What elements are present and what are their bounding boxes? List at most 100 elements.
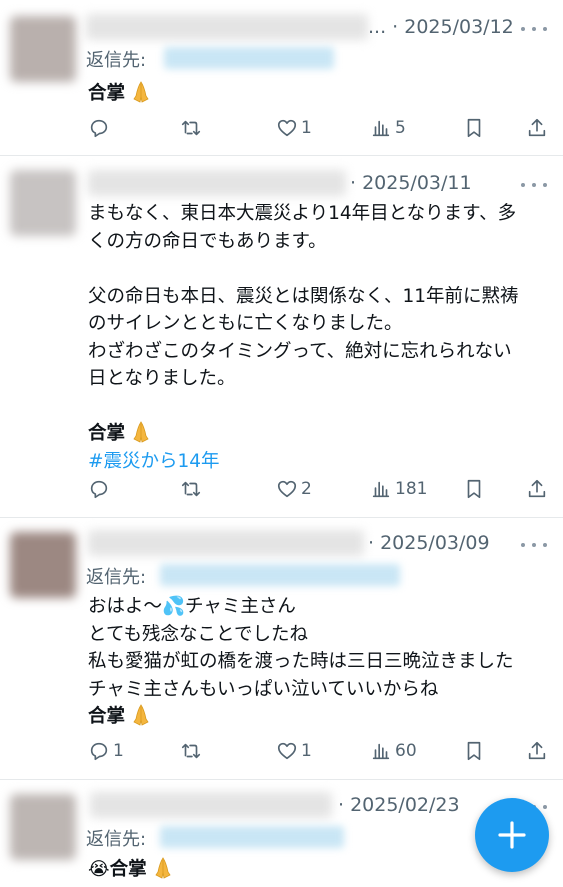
signoff-text: 合掌 [88,706,126,727]
compose-button[interactable] [475,798,549,872]
retweet-icon [181,743,201,759]
reply-icon [90,119,108,138]
tweet-text-line [88,393,545,421]
like-count: 2 [301,479,312,499]
date-text: · 2025/02/23 [338,794,460,816]
tweet-text-line: おはよ～💦チャミ主さん [88,596,296,617]
like-count: 1 [301,741,312,761]
bar-chart-icon [372,120,390,137]
bookmark-button[interactable] [463,117,485,139]
tweet-text-line [88,255,545,283]
reply-icon [90,480,108,499]
plus-icon [498,821,526,849]
reply-to-label: 返信先: [86,567,147,588]
reply-button[interactable]: 1 [88,740,124,762]
tweet-actions: 2 181 [0,478,563,504]
date-text: · 2025/03/11 [350,172,472,194]
reply-icon [90,742,108,761]
avatar[interactable] [10,16,76,82]
heart-icon [277,742,297,760]
signoff-text: 合掌 [88,83,126,104]
like-button[interactable]: 1 [276,740,312,762]
author-name-blurred[interactable] [86,14,368,40]
bookmark-icon [467,741,481,761]
more-options-icon[interactable] [521,543,547,547]
date-text: · 2025/03/12 [392,16,514,38]
tweet-text: 😭合掌 [88,856,545,884]
date-text: · 2025/03/09 [368,532,490,554]
reply-button[interactable] [88,478,113,500]
tweet-date[interactable]: · 2025/03/11 [350,172,472,194]
author-name-blurred[interactable] [88,170,346,196]
share-button[interactable] [526,478,548,500]
bookmark-button[interactable] [463,478,485,500]
author-name-blurred[interactable] [88,530,364,556]
reply-to-handle-blurred[interactable] [164,47,334,69]
share-icon [528,118,546,137]
bookmark-button[interactable] [463,740,485,762]
reply-button[interactable] [88,117,113,139]
views-count: 5 [395,118,406,138]
retweet-button[interactable] [180,478,205,500]
tweet-text-line: 日となりました。 [88,368,236,389]
tweet-text-line: のサイレンとともに亡くなりました。 [88,313,403,334]
hashtag-link[interactable]: #震災から14年 [88,448,545,476]
reply-count: 1 [113,741,124,761]
views-button[interactable]: 60 [370,740,417,762]
tweet[interactable]: ... · 2025/03/12 返信先: 合掌 1 5 [0,0,563,156]
like-count: 1 [301,118,312,138]
tweet-date[interactable]: · 2025/03/09 [368,532,490,554]
tweet-actions: 1 5 [0,117,563,143]
tweet-text: まもなく、東日本大震災より14年目となります、多 くの方の命日でもあります。 父… [88,200,545,475]
truncation-ellipsis: ... [368,16,387,38]
share-icon [528,741,546,760]
bar-chart-icon [372,743,390,760]
like-button[interactable]: 2 [276,478,312,500]
tweet-text-line: まもなく、東日本大震災より14年目となります、多 [88,203,517,224]
retweet-icon [181,120,201,136]
more-options-icon[interactable] [521,27,547,31]
heart-icon [277,119,297,137]
retweet-button[interactable] [180,117,205,139]
views-count: 181 [395,479,428,499]
reply-to-handle-blurred[interactable] [160,564,400,586]
bar-chart-icon [372,481,390,498]
views-button[interactable]: 181 [370,478,427,500]
like-button[interactable]: 1 [276,117,312,139]
views-count: 60 [395,741,417,761]
tweet-actions: 1 1 60 [0,740,563,766]
tweet-text-line: とても残念なことでしたね [88,623,308,645]
views-button[interactable]: 5 [370,117,406,139]
signoff-text: 合掌 [88,423,126,444]
bookmark-icon [467,479,481,499]
folded-hands-icon [133,421,149,443]
reply-to-handle-blurred[interactable] [160,826,344,848]
tweet-text-line: チャミ主さんもいっぱい泣いていいからね [88,678,439,700]
reply-to-label: 返信先: [86,50,147,71]
reply-to-label: 返信先: [86,829,147,850]
heart-icon [277,480,297,498]
author-name-blurred[interactable] [90,792,332,818]
tweet-text: 合掌 [88,80,545,108]
folded-hands-icon [133,81,149,103]
tweet-text-line: 私も愛猫が虹の橋を渡った時は三日三晩泣きました [88,651,514,672]
more-options-icon[interactable] [521,183,547,187]
tweet[interactable]: · 2025/03/11 まもなく、東日本大震災より14年目となります、多 くの… [0,156,563,518]
share-icon [528,479,546,498]
share-button[interactable] [526,117,548,139]
signoff-text: 😭合掌 [88,859,147,880]
tweet[interactable]: · 2025/03/09 返信先: おはよ～💦チャミ主さん とても残念なことでし… [0,518,563,780]
tweet-text-line: 父の命日も本日、震災とは関係なく、11年前に黙祷 [88,285,519,307]
tweet-text-line: わざわざこのタイミングって、絶対に忘れられない [88,340,512,362]
retweet-icon [181,481,201,497]
bookmark-icon [467,118,481,138]
retweet-button[interactable] [180,740,205,762]
tweet-text-line: くの方の命日でもあります。 [88,230,327,252]
tweet-date[interactable]: ... · 2025/03/12 [368,16,514,38]
tweet-text: おはよ～💦チャミ主さん とても残念なことでしたね 私も愛猫が虹の橋を渡った時は三… [88,593,545,731]
avatar[interactable] [10,532,76,598]
share-button[interactable] [526,740,548,762]
tweet-date[interactable]: · 2025/02/23 [338,794,460,816]
avatar[interactable] [10,794,76,860]
avatar[interactable] [10,170,76,236]
